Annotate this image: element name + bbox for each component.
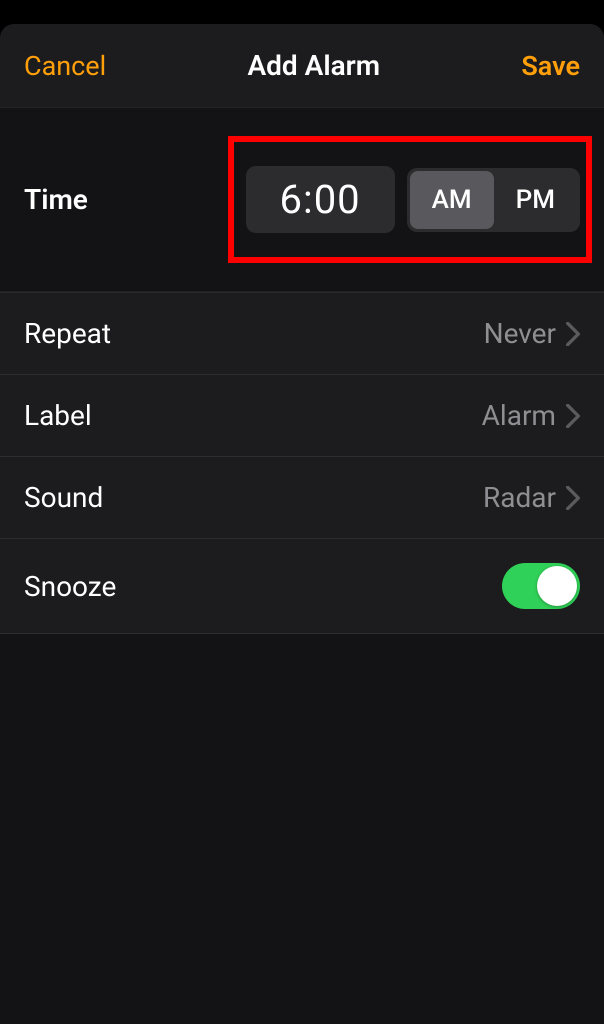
modal-title: Add Alarm — [247, 49, 380, 82]
sound-label: Sound — [24, 481, 103, 514]
time-row: Time 6:00 AM PM — [24, 166, 580, 233]
label-row[interactable]: Label Alarm — [0, 375, 604, 457]
snooze-label: Snooze — [24, 570, 116, 603]
chevron-right-icon — [566, 322, 580, 346]
snooze-row: Snooze — [0, 539, 604, 634]
sound-value: Radar — [483, 481, 556, 514]
repeat-right: Never — [484, 317, 580, 350]
time-picker[interactable]: 6:00 — [246, 166, 395, 233]
time-section: Time 6:00 AM PM — [0, 108, 604, 292]
repeat-value: Never — [484, 317, 556, 350]
cancel-button[interactable]: Cancel — [24, 50, 106, 82]
chevron-right-icon — [566, 404, 580, 428]
repeat-label: Repeat — [24, 317, 111, 350]
repeat-row[interactable]: Repeat Never — [0, 292, 604, 375]
label-value: Alarm — [482, 399, 556, 432]
label-label: Label — [24, 399, 92, 432]
save-button[interactable]: Save — [521, 50, 580, 82]
toggle-knob — [537, 566, 577, 606]
ampm-segment[interactable]: AM PM — [407, 168, 580, 232]
sound-right: Radar — [483, 481, 580, 514]
time-label: Time — [24, 183, 88, 216]
settings-list: Repeat Never Label Alarm Sound Radar — [0, 292, 604, 634]
pm-option[interactable]: PM — [494, 171, 577, 229]
time-controls: 6:00 AM PM — [246, 166, 580, 233]
sound-row[interactable]: Sound Radar — [0, 457, 604, 539]
modal-header: Cancel Add Alarm Save — [0, 24, 604, 108]
chevron-right-icon — [566, 486, 580, 510]
empty-area — [0, 634, 604, 1024]
add-alarm-sheet: Cancel Add Alarm Save Time 6:00 AM PM Re… — [0, 24, 604, 1024]
snooze-toggle[interactable] — [502, 563, 580, 609]
am-option[interactable]: AM — [410, 171, 494, 229]
label-right: Alarm — [482, 399, 580, 432]
